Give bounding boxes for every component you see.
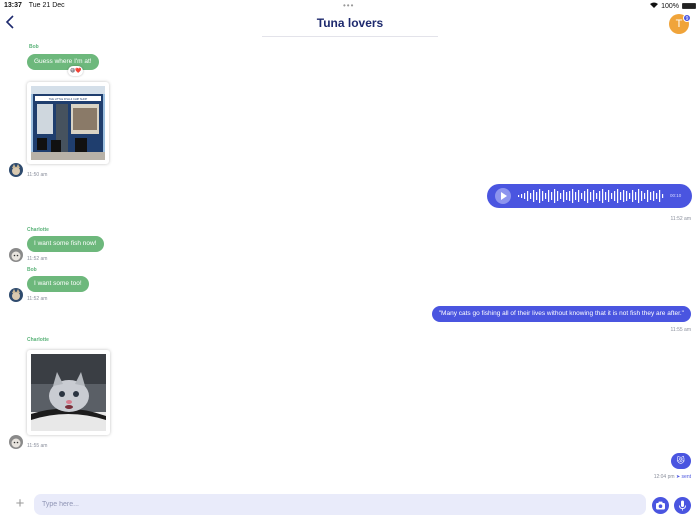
shop-photo[interactable]: THE LITTLE FISH & CHIP SHOP bbox=[27, 82, 109, 164]
kitten-photo[interactable] bbox=[27, 350, 110, 435]
status-time: 13:37 bbox=[4, 2, 22, 9]
message-time: 11:55 am bbox=[670, 327, 691, 333]
bob-avatar[interactable] bbox=[9, 163, 23, 177]
shop-sign-text: THE LITTLE FISH & CHIP SHOP bbox=[49, 97, 88, 101]
message-time: 11:52 am bbox=[27, 256, 48, 262]
message-bubble[interactable]: Guess where I'm at! bbox=[27, 54, 99, 70]
camera-icon bbox=[656, 501, 665, 510]
sent-status: sent bbox=[681, 474, 691, 480]
message-input[interactable] bbox=[34, 494, 646, 515]
audio-message[interactable]: 00:10 bbox=[487, 184, 692, 208]
multitasking-dots-icon[interactable]: ••• bbox=[343, 1, 354, 10]
sender-name: Bob bbox=[29, 44, 39, 50]
add-attachment-button[interactable]: + bbox=[13, 496, 27, 511]
sender-name: Charlotte bbox=[27, 337, 49, 343]
message-bubble[interactable]: I want some fish now! bbox=[27, 236, 104, 252]
play-button[interactable] bbox=[495, 188, 511, 204]
message-time: 11:55 am bbox=[27, 443, 48, 449]
audio-duration: 00:10 bbox=[670, 193, 682, 198]
kitten-photo-image bbox=[31, 354, 106, 431]
message-time: 12:04 pm bbox=[653, 474, 675, 480]
emoji-message[interactable]: 😻 bbox=[670, 453, 691, 469]
battery-percent: 100% bbox=[661, 2, 679, 10]
sender-name: Bob bbox=[27, 267, 37, 273]
message-time: 11:52 am bbox=[670, 216, 691, 222]
battery-icon bbox=[682, 3, 696, 9]
charlotte-avatar[interactable] bbox=[9, 435, 23, 449]
message-status: 12:04 pm ➤ sent bbox=[654, 474, 691, 480]
microphone-button[interactable] bbox=[674, 497, 691, 514]
reactions-pill[interactable]: 😄❤️ bbox=[68, 66, 84, 76]
audio-waveform[interactable] bbox=[518, 188, 666, 204]
message-bubble[interactable]: I want some too! bbox=[27, 276, 89, 292]
charlotte-avatar[interactable] bbox=[9, 248, 23, 262]
header-divider bbox=[262, 36, 438, 37]
wifi-icon bbox=[650, 2, 659, 10]
message-time: 11:52 am bbox=[27, 296, 48, 302]
message-bubble[interactable]: "Many cats go fishing all of their lives… bbox=[431, 306, 691, 322]
sender-name: Charlotte bbox=[27, 227, 49, 233]
status-bar: 13:37 Tue 21 Dec ••• 100% bbox=[0, 0, 700, 12]
microphone-icon bbox=[679, 500, 686, 511]
message-time: 11:50 am bbox=[27, 172, 48, 178]
bob-avatar[interactable] bbox=[9, 288, 23, 302]
camera-button[interactable] bbox=[652, 497, 669, 514]
shop-photo-image: THE LITTLE FISH & CHIP SHOP bbox=[31, 86, 105, 160]
notification-badge: 9 bbox=[683, 14, 691, 22]
chat-title: Tuna lovers bbox=[316, 16, 384, 30]
status-date: Tue 21 Dec bbox=[28, 2, 65, 9]
sent-arrow-icon: ➤ bbox=[675, 474, 681, 480]
